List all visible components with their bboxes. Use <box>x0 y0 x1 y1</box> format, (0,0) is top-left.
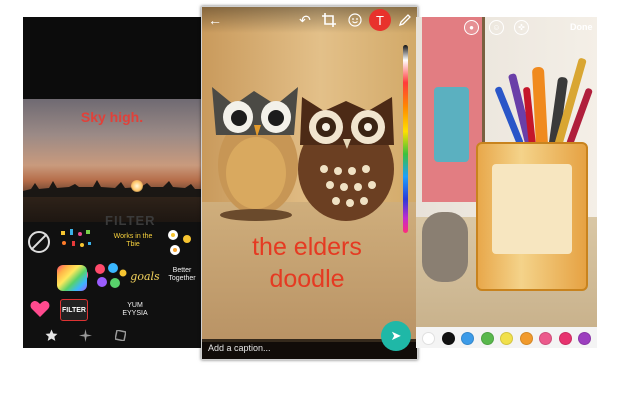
sticker-kitchen[interactable]: Works in the Tbie <box>113 227 153 255</box>
sticker-confetti[interactable] <box>58 227 94 253</box>
pens-photo <box>495 58 593 147</box>
clay-figurine <box>422 212 468 282</box>
doodle-editor-screen: ← ↶ T the elders doodle Add a caption...… <box>201 6 418 360</box>
editor-toolbar: ← ↶ T <box>202 7 417 33</box>
palette-color-swatch[interactable] <box>519 332 533 345</box>
palette-color-swatch[interactable] <box>578 332 591 345</box>
pencil-icon[interactable] <box>398 13 412 27</box>
color-palette <box>416 327 597 348</box>
sparkle-icon[interactable] <box>79 329 92 342</box>
sticker-dots[interactable] <box>93 261 127 291</box>
sticker-goals[interactable]: goals <box>127 265 163 287</box>
palette-color-swatch[interactable] <box>558 332 572 345</box>
color-slider[interactable] <box>403 45 408 233</box>
caption-input[interactable]: Add a caption... <box>208 343 271 353</box>
palette-color-swatch[interactable] <box>500 332 513 345</box>
sticker-better-together[interactable]: Better Together <box>165 261 199 289</box>
doodle-text: the elders doodle <box>217 231 397 295</box>
no-sticker-icon[interactable] <box>28 231 50 253</box>
photo-text-overlay: Sky high. <box>80 109 144 125</box>
sticker-heart[interactable] <box>29 299 51 319</box>
sticker-filter-large: FILTER <box>105 213 156 228</box>
palette-color-swatch[interactable] <box>480 332 494 345</box>
undo-icon[interactable]: ↶ <box>297 12 313 28</box>
painting-vase <box>434 87 469 162</box>
pen-holder-cup <box>476 142 588 291</box>
sticker-category-bar <box>23 322 201 348</box>
sun <box>131 180 143 192</box>
globe-icon[interactable]: ✜ <box>514 20 529 35</box>
crop-icon[interactable] <box>322 13 336 27</box>
send-button[interactable]: ➤ <box>381 321 411 351</box>
palette-color-swatch[interactable] <box>441 332 455 345</box>
square-icon[interactable] <box>115 330 126 341</box>
sticker-filter-badge[interactable]: FILTER <box>60 299 88 321</box>
person-icon[interactable]: ☺ <box>489 20 504 35</box>
sticker-screen: Sky high. FILTER Works in the Tbie goals… <box>23 17 201 348</box>
text-tool-button[interactable]: T <box>369 9 391 31</box>
drawing-screen: ● ☺ ✜ Done <box>416 17 597 348</box>
owl-figurines-photo <box>212 87 394 221</box>
tree-silhouette <box>23 180 201 197</box>
cup-painting <box>492 164 572 254</box>
palette-color-swatch[interactable] <box>461 332 474 345</box>
palette-color-swatch[interactable] <box>539 332 552 345</box>
sticker-rainbow[interactable] <box>57 265 87 291</box>
back-arrow-icon[interactable]: ← <box>207 12 223 28</box>
header-icon-person-filled[interactable]: ● <box>464 20 479 35</box>
sticker-flowers[interactable] <box>163 225 197 259</box>
palette-color-swatch[interactable] <box>422 332 435 345</box>
send-icon: ➤ <box>390 328 402 343</box>
done-button[interactable]: Done <box>570 22 593 32</box>
sticker-yum[interactable]: YUM EYYSIA <box>115 299 155 321</box>
emoji-icon[interactable] <box>348 13 362 27</box>
star-icon[interactable] <box>45 329 58 342</box>
doodle-line-2: doodle <box>269 265 345 293</box>
doodle-line-1: the elders <box>252 233 362 261</box>
